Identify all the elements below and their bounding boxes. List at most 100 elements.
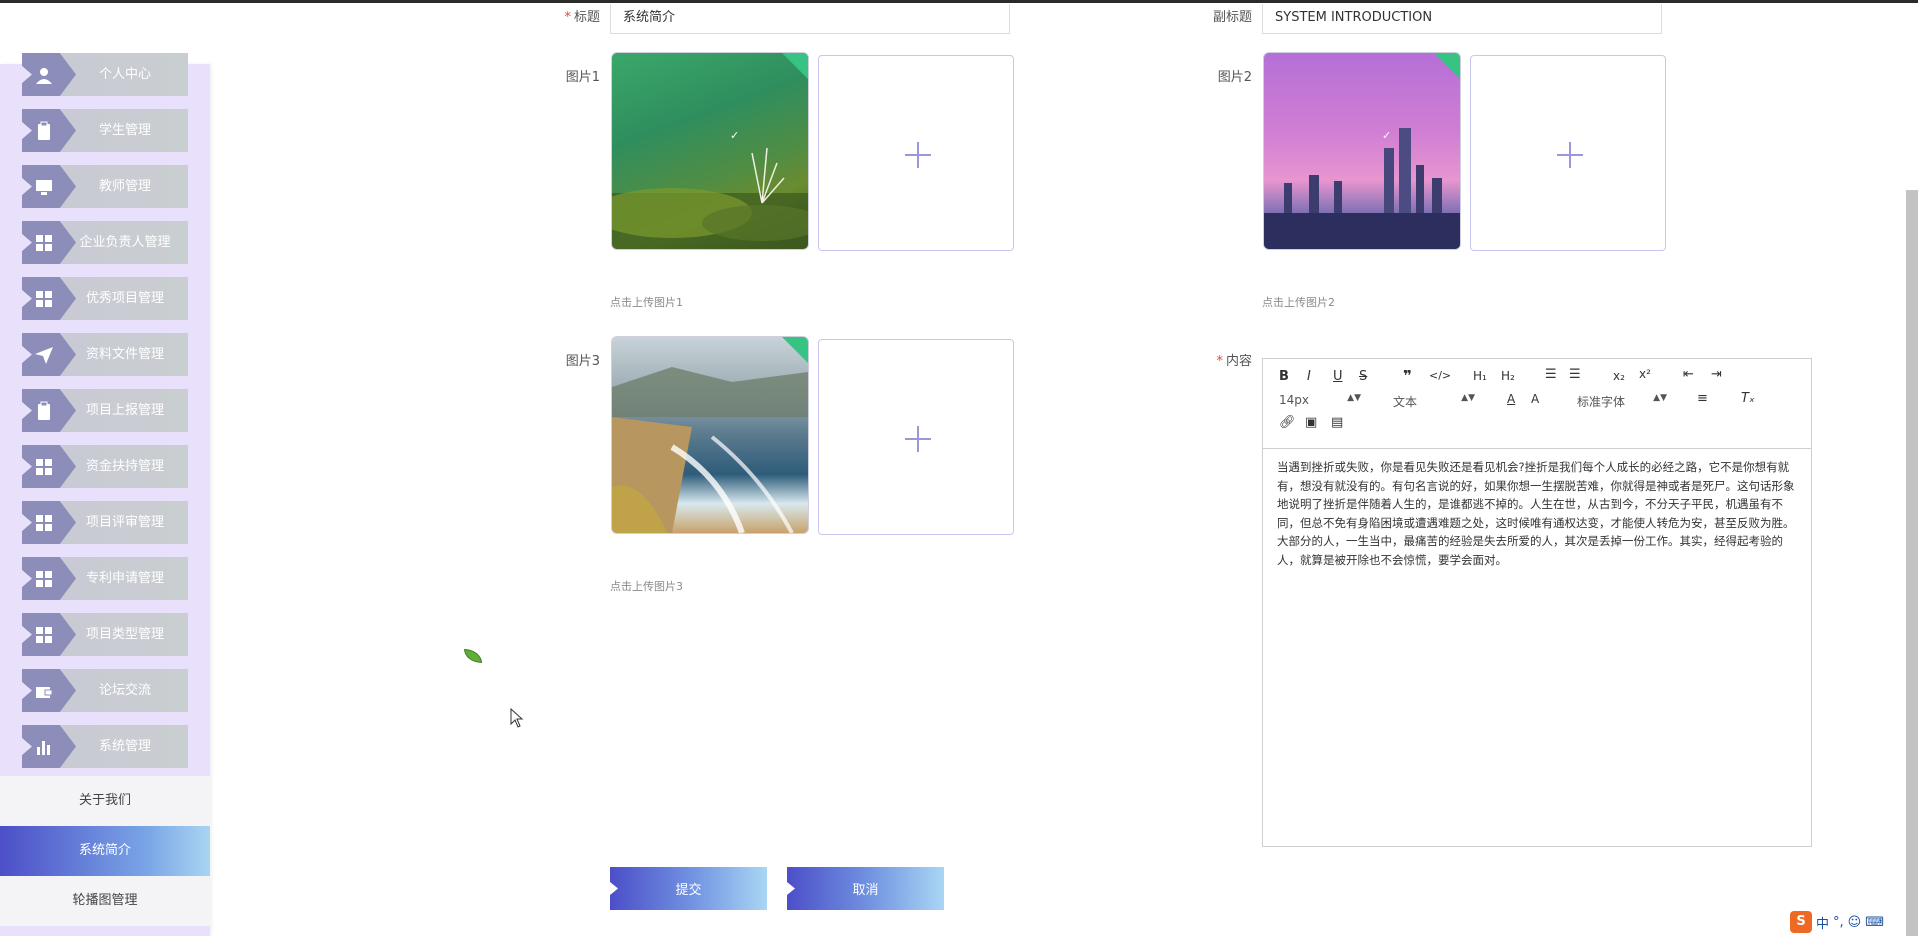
image2-tip: 点击上传图片2 [1262, 296, 1335, 309]
underline-button[interactable]: U [1333, 369, 1343, 384]
image1-upload-button[interactable] [818, 55, 1014, 251]
keyboard-icon[interactable]: ⌨ [1865, 915, 1884, 930]
outdent-button[interactable]: ⇤ [1683, 367, 1694, 382]
font-family-select[interactable]: 标准字体 ▲▼ [1577, 393, 1667, 410]
punctuation-icon[interactable]: °, [1833, 915, 1844, 930]
scrollbar[interactable] [1906, 190, 1918, 936]
image3-tip: 点击上传图片3 [610, 580, 683, 593]
video-button[interactable]: ▤ [1331, 415, 1343, 430]
sidebar-item[interactable]: 学生管理 [22, 109, 188, 152]
heading2-button[interactable]: H₂ [1501, 369, 1515, 383]
sidebar-item-label: 学生管理 [98, 123, 151, 138]
sidebar-item-label: 个人中心 [98, 67, 151, 82]
sidebar-item-label: 项目上报管理 [85, 403, 164, 418]
superscript-button[interactable]: x² [1639, 367, 1651, 381]
sidebar-subitem-system-intro[interactable]: 系统简介 [0, 826, 210, 876]
plus-icon [905, 142, 931, 168]
sidebar-subitem-carousel[interactable]: 轮播图管理 [0, 876, 210, 926]
sidebar-item-label: 项目评审管理 [85, 515, 164, 530]
image-button[interactable]: ▣ [1305, 415, 1317, 430]
subscript-button[interactable]: x₂ [1613, 369, 1625, 383]
image2-label: 图片2 [1217, 70, 1252, 85]
image2-upload-button[interactable] [1470, 55, 1666, 251]
grid-icon [36, 235, 52, 251]
ime-mode[interactable]: 中 [1816, 913, 1829, 932]
sidebar-item[interactable]: 企业负责人管理 [22, 221, 188, 264]
title-label: * 标题 [564, 10, 600, 25]
sidebar-item-label: 优秀项目管理 [85, 291, 164, 306]
strike-button[interactable]: S [1359, 369, 1367, 384]
indent-button[interactable]: ⇥ [1711, 367, 1722, 382]
sidebar-item[interactable]: 教师管理 [22, 165, 188, 208]
background-color-button[interactable]: A [1531, 392, 1539, 406]
sidebar-item[interactable]: 优秀项目管理 [22, 277, 188, 320]
blockquote-button[interactable]: ❞ [1403, 367, 1412, 385]
grid-icon [36, 291, 52, 307]
font-color-button[interactable]: A [1507, 392, 1515, 406]
mouse-cursor-icon [510, 708, 524, 728]
image1-label: 图片1 [565, 70, 600, 85]
monitor-icon [36, 180, 52, 195]
cancel-button[interactable]: 取消 [787, 867, 944, 910]
clean-format-button[interactable]: Tₓ [1741, 391, 1755, 406]
city-skyline-image [1264, 128, 1460, 249]
sidebar-item-label: 教师管理 [98, 179, 151, 194]
font-size-select[interactable]: 14px ▲▼ [1279, 393, 1361, 407]
sidebar-item[interactable]: 资料文件管理 [22, 333, 188, 376]
title-input[interactable]: 系统简介 [610, 4, 1010, 34]
sidebar-item[interactable]: 项目上报管理 [22, 389, 188, 432]
check-icon: ✓ [730, 129, 740, 142]
sidebar-item-label: 资金扶持管理 [85, 459, 164, 474]
image1-thumbnail[interactable]: ✓ [611, 52, 809, 250]
ordered-list-button[interactable]: ☰ [1545, 367, 1557, 382]
subtitle-input[interactable]: SYSTEM INTRODUCTION [1262, 4, 1662, 34]
grid-icon [36, 571, 52, 587]
check-icon: ✓ [1382, 129, 1392, 142]
paragraph-select[interactable]: 文本 ▲▼ [1393, 393, 1475, 410]
clipboard-icon [38, 401, 50, 420]
grid-icon [36, 515, 52, 531]
align-button[interactable]: ≡ [1697, 391, 1708, 406]
subtitle-label: 副标题 [1212, 10, 1252, 25]
user-icon [36, 68, 52, 84]
bullet-list-button[interactable]: ☰ [1569, 367, 1581, 382]
sidebar-item-label: 专利申请管理 [85, 571, 164, 586]
content-label: * 内容 [1216, 354, 1252, 369]
image3-label: 图片3 [565, 354, 600, 369]
image3-upload-button[interactable] [818, 339, 1014, 535]
link-button[interactable]: 🔗︎ [1279, 415, 1296, 430]
sogou-icon: S [1790, 911, 1812, 933]
top-bar [0, 0, 1918, 3]
grass-image [612, 147, 808, 249]
sidebar-item-label: 资料文件管理 [85, 347, 164, 362]
image3-thumbnail[interactable] [611, 336, 809, 534]
grid-icon [36, 627, 52, 643]
rich-text-editor: B I U S ❞ </> H₁ H₂ ☰ ☰ x₂ x² ⇤ ⇥ 14px ▲▼… [1262, 358, 1812, 847]
italic-button[interactable]: I [1307, 369, 1311, 384]
send-icon [35, 347, 53, 364]
sidebar-item[interactable]: 资金扶持管理 [22, 445, 188, 488]
ime-toolbar: S 中 °, ☺ ⌨ [1790, 910, 1884, 934]
sidebar-subitem-about[interactable]: 关于我们 [0, 776, 210, 826]
heading1-button[interactable]: H₁ [1473, 369, 1487, 383]
sidebar-item-label: 项目类型管理 [85, 627, 164, 642]
code-block-button[interactable]: </> [1429, 369, 1451, 382]
emoji-icon[interactable]: ☺ [1848, 915, 1862, 930]
editor-content[interactable]: 当遇到挫折或失败，你是看见失败还是看见机会?挫折是我们每个人成长的必经之路，它不… [1277, 458, 1795, 569]
sidebar-item[interactable]: 论坛交流 [22, 669, 188, 712]
editor-toolbar: B I U S ❞ </> H₁ H₂ ☰ ☰ x₂ x² ⇤ ⇥ 14px ▲▼… [1263, 359, 1811, 449]
sidebar-item-label: 企业负责人管理 [79, 235, 171, 250]
sidebar: 个人中心学生管理教师管理企业负责人管理 优秀项目管理 资料文件管理 项目上报管理 资金扶… [0, 53, 210, 936]
sidebar-item[interactable]: 专利申请管理 [22, 557, 188, 600]
sidebar-item[interactable]: 系统管理 [22, 725, 188, 768]
sidebar-item[interactable]: 项目评审管理 [22, 501, 188, 544]
grid-icon [36, 459, 52, 475]
submit-button[interactable]: 提交 [610, 867, 767, 910]
clipboard-icon [38, 121, 50, 140]
image2-thumbnail[interactable]: ✓ [1263, 52, 1461, 250]
sidebar-item[interactable]: 个人中心 [22, 53, 188, 96]
coast-image [612, 367, 808, 533]
bold-button[interactable]: B [1279, 369, 1289, 384]
sidebar-item[interactable]: 项目类型管理 [22, 613, 188, 656]
plus-icon [1557, 142, 1583, 168]
